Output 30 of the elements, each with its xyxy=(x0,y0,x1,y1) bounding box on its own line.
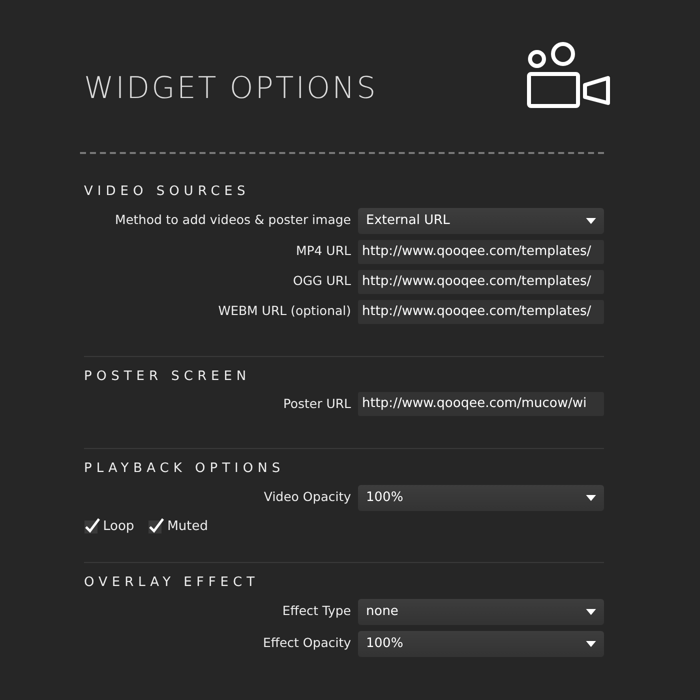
field-label: MP4 URL xyxy=(294,242,351,260)
dropdown-field[interactable]: 100% xyxy=(358,484,604,510)
input-field[interactable]: http://www.qooqee.com/templates/ xyxy=(358,270,604,294)
dropdown-field[interactable]: 100% xyxy=(358,630,604,656)
dropdown-field[interactable]: External URL xyxy=(358,208,604,234)
field-label: Method to add videos & poster image xyxy=(114,211,351,230)
field-label: OGG URL xyxy=(292,272,351,290)
dropdown-field[interactable]: none xyxy=(358,598,604,624)
section-heading: PLAYBACK OPTIONS xyxy=(84,460,286,478)
caret-icon xyxy=(586,640,596,646)
section-heading: POSTER SCREEN xyxy=(84,368,252,386)
section-heading: OVERLAY EFFECT xyxy=(84,574,260,592)
input-field[interactable]: http://www.qooqee.com/mucow/wi xyxy=(358,392,604,416)
page-title: WIDGET OPTIONS xyxy=(84,70,378,108)
caret-icon xyxy=(586,608,596,614)
section-heading: VIDEO SOURCES xyxy=(84,183,251,201)
field-label: Video Opacity xyxy=(262,488,351,506)
caret-icon xyxy=(586,218,596,224)
field-label: Effect Type xyxy=(281,602,351,620)
input-field[interactable]: http://www.qooqee.com/templates/ xyxy=(358,300,604,324)
input-field[interactable]: http://www.qooqee.com/templates/ xyxy=(358,240,604,264)
caret-icon xyxy=(586,494,596,500)
checkbox-label: Muted xyxy=(167,518,208,536)
checkbox-label: Loop xyxy=(103,518,134,536)
checkbox[interactable] xyxy=(84,518,100,534)
field-label: Effect Opacity xyxy=(262,634,351,652)
video-camera-icon xyxy=(526,40,612,110)
checkbox[interactable] xyxy=(148,518,164,534)
field-label: Poster URL xyxy=(282,394,351,413)
field-label: WEBM URL (optional) xyxy=(217,302,351,320)
